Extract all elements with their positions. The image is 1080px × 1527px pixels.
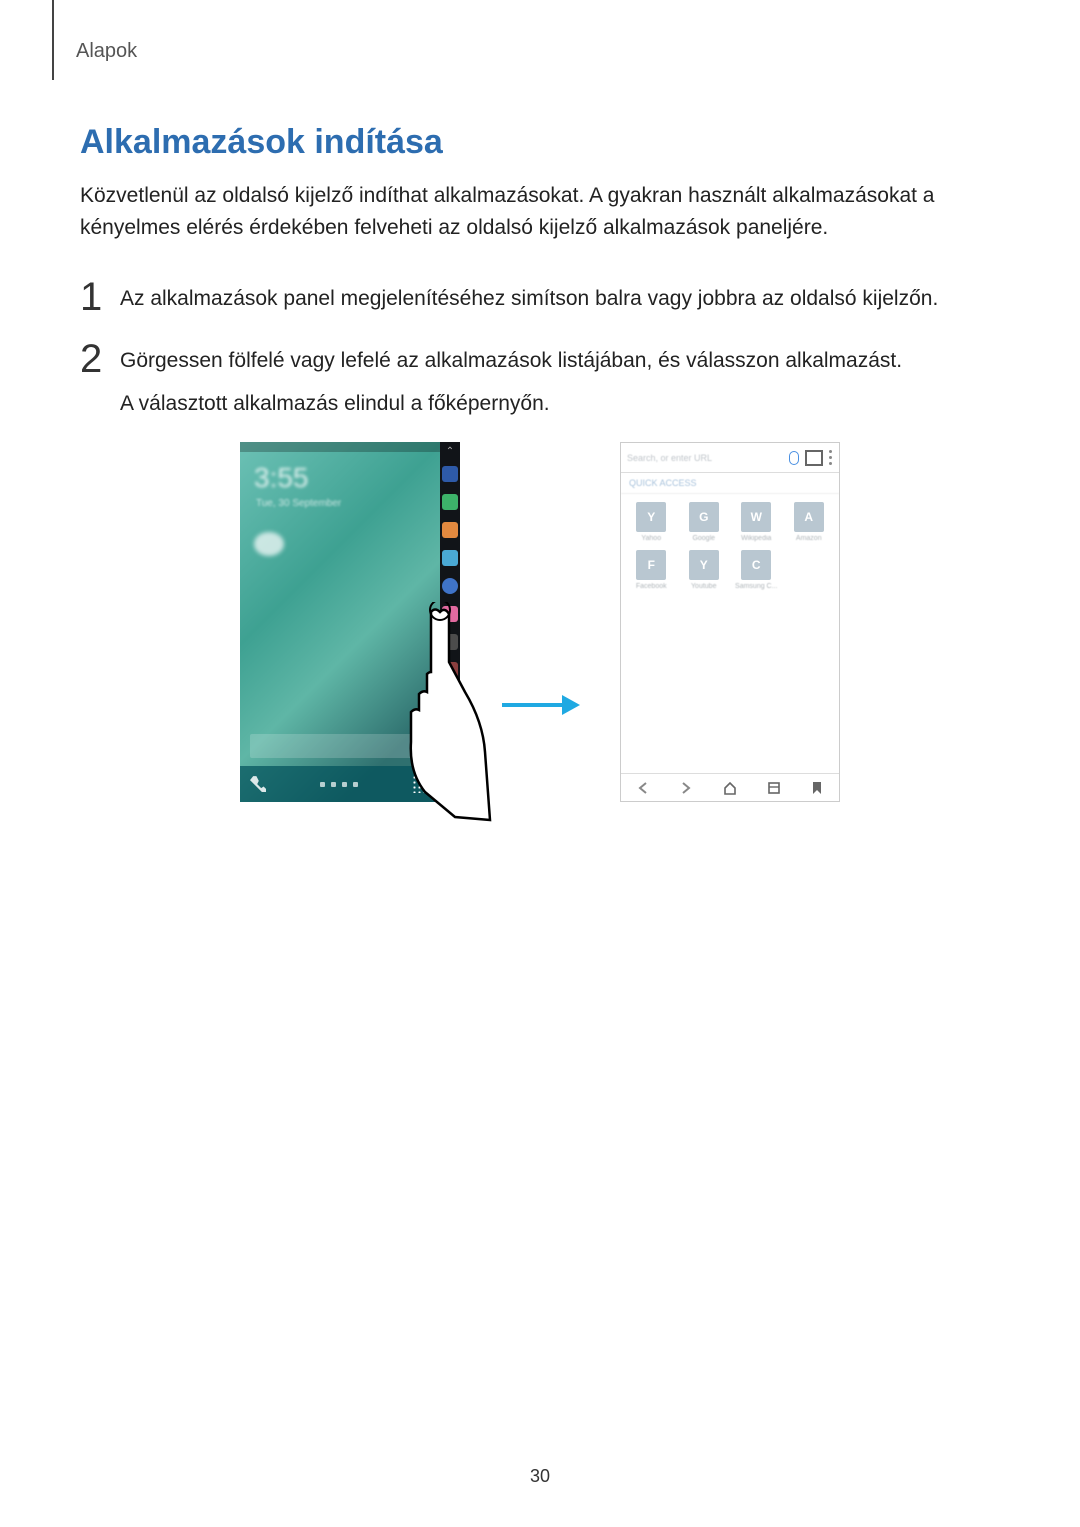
bookmark-icon [810,781,824,795]
edge-phone-icon [442,494,458,510]
step-text: Görgessen fölfelé vagy lefelé az alkalma… [120,345,902,378]
edge-contacts-icon [442,522,458,538]
step-2: 2 Görgessen fölfelé vagy lefelé az alkal… [80,339,1000,420]
window-icon [807,452,821,464]
edge-panel: ⌃ ⌄ [440,442,460,802]
instruction-figure: 3:55 Tue, 30 September ⌃ [80,442,1000,802]
step-text: A választott alkalmazás elindul a főképe… [120,388,902,421]
phone-icon [250,776,266,792]
home-icon [723,781,737,795]
edge-play-icon [442,634,458,650]
browser-toolbar: Search, or enter URL [621,443,839,473]
quick-access-label: QUICK ACCESS [621,473,839,494]
step-1: 1 Az alkalmazások panel megjelenítéséhez… [80,277,1000,317]
tile: CSamsung C... [734,550,779,590]
edge-star-icon [442,466,458,482]
clock-date: Tue, 30 September [256,498,341,509]
arrow-right-icon [500,693,580,722]
tile: FFacebook [629,550,674,590]
tile: YYoutube [682,550,727,590]
steps-list: 1 Az alkalmazások panel megjelenítéséhez… [80,277,1000,420]
right-phone-mock: Search, or enter URL QUICK ACCESS YYahoo… [620,442,840,802]
intro-paragraph: Közvetlenül az oldalsó kijelző indíthat … [80,180,1000,243]
left-phone-mock: 3:55 Tue, 30 September ⌃ [240,442,460,802]
mic-icon [789,451,799,465]
step-text: Az alkalmazások panel megjelenítéséhez s… [120,283,938,316]
tile: AAmazon [787,502,832,542]
step-number: 2 [80,339,120,420]
dock-bar [240,766,440,802]
chevron-down-icon: ⌄ [446,684,454,698]
section-heading: Alkalmazások indítása [80,123,1000,162]
chevron-up-icon: ⌃ [446,446,454,460]
edge-apps-icon [442,662,458,678]
edge-music-icon [442,606,458,622]
google-search-bar [250,734,432,758]
weather-icon [254,532,284,556]
quick-access-grid: YYahoo GGoogle WWikipedia AAmazon FFaceb… [621,494,839,598]
forward-icon [679,781,693,795]
nav-dots [320,782,358,787]
page-number: 30 [0,1466,1080,1487]
browser-bottom-bar [621,773,839,801]
tile: GGoogle [682,502,727,542]
clock-time: 3:55 [254,462,309,494]
breadcrumb: Alapok [76,40,1000,63]
url-bar-placeholder: Search, or enter URL [627,453,712,463]
back-icon [636,781,650,795]
tile: YYahoo [629,502,674,542]
tile: WWikipedia [734,502,779,542]
more-icon [829,450,833,465]
step-number: 1 [80,277,120,317]
saved-pages-icon [767,781,781,795]
edge-messages-icon [442,550,458,566]
edge-internet-icon [442,578,458,594]
apps-grid-icon [412,775,430,793]
mic-icon [416,738,426,754]
